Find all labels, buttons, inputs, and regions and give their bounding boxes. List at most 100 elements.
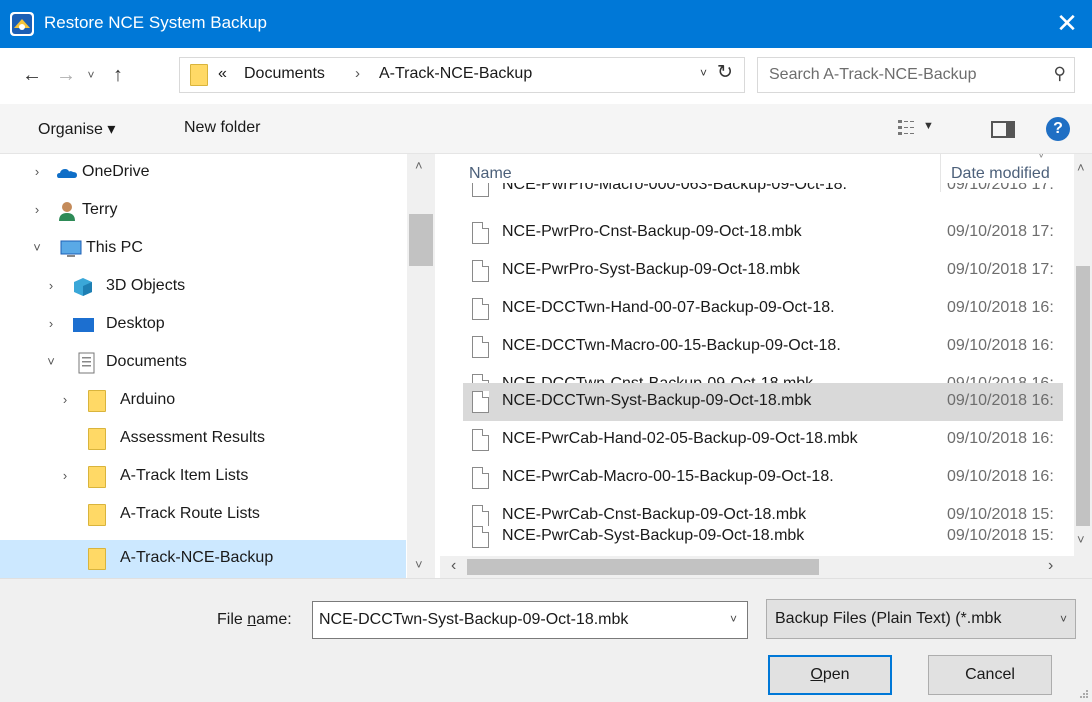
close-icon[interactable]: ✕ [1042,0,1092,48]
file-row[interactable]: NCE-PwrCab-Macro-00-15-Backup-09-Oct-18.… [463,459,1063,497]
nav-item-label: A-Track Item Lists [120,467,249,484]
nav-item-this-pc[interactable]: ˅ This PC [0,230,406,268]
scroll-down-icon[interactable]: ˅ [1077,532,1085,547]
scrollbar-thumb[interactable] [1076,266,1090,526]
chevron-down-icon[interactable]: ˅ [1060,612,1067,626]
address-row: ← → ˅ ↑ « Documents › A-Track-NCE-Backup… [0,48,1092,104]
file-name-label-text: ame: [256,611,292,628]
file-icon [472,391,489,413]
scrollbar-thumb[interactable] [409,214,433,266]
folder-icon [88,504,106,526]
back-arrow-icon[interactable]: ← [20,62,44,90]
file-row[interactable]: NCE-PwrPro-Cnst-Backup-09-Oct-18.mbk 09/… [463,214,1063,252]
file-row-selected[interactable]: NCE-DCCTwn-Syst-Backup-09-Oct-18.mbk 09/… [463,383,1063,421]
scroll-left-icon[interactable]: ‹ [451,557,456,575]
address-bar[interactable]: « Documents › A-Track-NCE-Backup ˅ ↻ [179,57,745,93]
file-row[interactable]: NCE-PwrPro-Syst-Backup-09-Oct-18.mbk 09/… [463,252,1063,290]
open-button-accesskey: O [810,666,823,683]
dialog-footer: File name: ˅ Backup Files (Plain Text) (… [0,578,1092,702]
expand-chevron-icon[interactable]: › [58,392,72,407]
file-list-horizontal-scrollbar[interactable]: ‹ › [440,556,1074,578]
scroll-right-icon[interactable]: › [1048,557,1053,575]
organise-menu[interactable]: Organise ▾ [38,119,115,139]
nav-item-label: Arduino [120,391,176,408]
breadcrumb-documents[interactable]: Documents [244,65,325,83]
forward-arrow-icon[interactable]: → [54,62,78,90]
search-icon[interactable]: ⚲ [1054,64,1066,84]
file-row[interactable]: NCE-PwrPro-Macro-000-063-Backup-09-Oct-1… [463,183,1063,205]
file-type-select[interactable]: Backup Files (Plain Text) (*.mbk ˅ [766,599,1076,639]
nav-scrollbar[interactable]: ˄ ˅ [407,154,435,578]
chevron-down-icon[interactable]: ˅ [730,612,737,626]
file-name: NCE-PwrCab-Hand-02-05-Backup-09-Oct-18.m… [502,430,858,447]
resize-grip-icon[interactable] [1078,688,1088,698]
view-options-icon[interactable] [897,118,917,138]
nav-item-assessment-results[interactable]: Assessment Results [0,420,406,458]
documents-icon [78,352,95,374]
expand-chevron-icon[interactable]: › [30,202,44,217]
nav-item-label: Documents [106,353,187,370]
nav-item-label: Assessment Results [120,429,265,446]
3d-objects-icon [74,278,92,296]
file-name: NCE-DCCTwn-Hand-00-07-Backup-09-Oct-18. [502,299,835,316]
expand-chevron-icon[interactable]: › [44,278,58,293]
file-date: 09/10/2018 17: [947,223,1054,240]
folder-icon [88,548,106,570]
preview-pane-icon[interactable] [991,121,1015,138]
file-name: NCE-DCCTwn-Syst-Backup-09-Oct-18.mbk [502,392,812,409]
command-bar: Organise ▾ New folder ▼ ? [0,104,1092,154]
column-header-date-modified[interactable]: Date modified [951,165,1050,183]
file-row[interactable]: NCE-DCCTwn-Macro-00-15-Backup-09-Oct-18.… [463,328,1063,366]
scroll-up-icon[interactable]: ˄ [1077,160,1085,175]
breadcrumb-overflow[interactable]: « [218,65,227,83]
new-folder-button[interactable]: New folder [184,119,260,137]
file-row[interactable]: NCE-PwrCab-Hand-02-05-Backup-09-Oct-18.m… [463,421,1063,459]
expand-chevron-icon[interactable]: › [44,316,58,331]
scroll-up-icon[interactable]: ˄ [415,158,423,173]
scrollbar-thumb[interactable] [467,559,819,575]
file-name-input[interactable] [313,602,713,638]
breadcrumb-separator-icon[interactable]: › [355,65,360,82]
file-icon [472,526,489,548]
collapse-chevron-icon[interactable]: ˅ [30,240,44,255]
expand-chevron-icon[interactable]: › [30,164,44,179]
collapse-chevron-icon[interactable]: ˅ [44,354,58,369]
folder-icon [88,428,106,450]
desktop-icon [73,318,94,332]
nav-item-label: Terry [82,201,118,218]
file-name: NCE-DCCTwn-Macro-00-15-Backup-09-Oct-18. [502,337,841,354]
help-icon[interactable]: ? [1046,117,1070,141]
refresh-icon[interactable]: ↻ [717,61,733,84]
file-type-value: Backup Files (Plain Text) (*.mbk [775,610,1002,627]
search-input[interactable] [759,59,1029,91]
nav-item-a-track-nce-backup[interactable]: A-Track-NCE-Backup [0,540,406,578]
view-dropdown-icon[interactable]: ▼ [923,120,934,132]
nav-item-3d-objects[interactable]: › 3D Objects [0,268,406,306]
recent-locations-chevron-icon[interactable]: ˅ [82,62,100,90]
file-list-vertical-scrollbar[interactable]: ˄ ˅ [1074,154,1092,578]
open-button[interactable]: Open [768,655,892,695]
file-row[interactable]: NCE-PwrCab-Syst-Backup-09-Oct-18.mbk 09/… [463,518,1063,556]
file-date: 09/10/2018 16: [947,337,1054,354]
expand-chevron-icon[interactable]: › [58,468,72,483]
file-name-label-text: File [217,611,248,628]
column-header-name[interactable]: Name [469,165,512,183]
address-dropdown-icon[interactable]: ˅ [700,66,707,80]
nav-item-arduino[interactable]: › Arduino [0,382,406,420]
file-name: NCE-PwrPro-Syst-Backup-09-Oct-18.mbk [502,261,800,278]
nav-item-desktop[interactable]: › Desktop [0,306,406,344]
search-box[interactable]: ⚲ [757,57,1075,93]
up-arrow-icon[interactable]: ↑ [106,62,130,90]
breadcrumb-current-folder[interactable]: A-Track-NCE-Backup [379,65,532,83]
file-row[interactable]: NCE-DCCTwn-Hand-00-07-Backup-09-Oct-18. … [463,290,1063,328]
file-name-combobox[interactable]: ˅ [312,601,748,639]
nav-item-a-track-route-lists[interactable]: A-Track Route Lists [0,496,406,534]
nav-item-documents[interactable]: ˅ Documents [0,344,406,382]
cancel-button[interactable]: Cancel [928,655,1052,695]
nav-item-label: A-Track-NCE-Backup [120,549,274,566]
nav-item-onedrive[interactable]: › OneDrive [0,154,406,192]
nav-item-terry[interactable]: › Terry [0,192,406,230]
scroll-down-icon[interactable]: ˅ [415,557,423,572]
nav-item-a-track-item-lists[interactable]: › A-Track Item Lists [0,458,406,496]
file-icon [472,260,489,282]
